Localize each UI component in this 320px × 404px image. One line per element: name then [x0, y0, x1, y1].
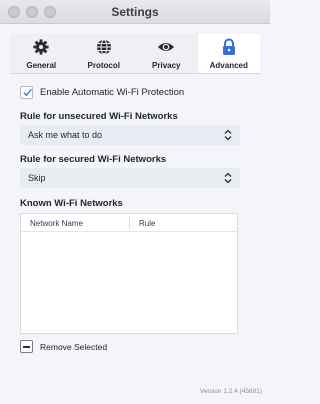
- window-title: Settings: [111, 5, 159, 19]
- auto-wifi-protection-checkbox[interactable]: [20, 85, 33, 99]
- secured-rule-select[interactable]: Skip: [20, 168, 240, 188]
- secured-rule-value: Skip: [28, 173, 46, 183]
- remove-selected-label: Remove Selected: [40, 341, 108, 352]
- tab-protocol-label: Protocol: [87, 61, 120, 70]
- unsecured-rule-select[interactable]: Ask me what to do: [20, 125, 240, 145]
- remove-selected-button[interactable]: Remove Selected: [20, 340, 107, 353]
- auto-wifi-protection-label: Enable Automatic Wi-Fi Protection: [40, 86, 185, 98]
- tab-general-label: General: [26, 61, 57, 70]
- known-networks-table[interactable]: Network Name Rule: [20, 213, 238, 334]
- tab-general[interactable]: General: [10, 34, 73, 73]
- globe-icon: [95, 38, 113, 56]
- settings-tab-bar: General Protocol Privacy Advanced: [10, 34, 260, 74]
- known-networks-heading: Known Wi-Fi Networks: [20, 198, 123, 209]
- eye-icon: [157, 38, 175, 56]
- chevron-updown-icon: [224, 129, 232, 141]
- lock-icon: [220, 38, 238, 56]
- secured-rule-heading: Rule for secured Wi-Fi Networks: [20, 154, 167, 165]
- auto-wifi-protection-toggle[interactable]: Enable Automatic Wi-Fi Protection: [20, 85, 184, 99]
- remove-icon: [20, 340, 33, 353]
- column-header-rule[interactable]: Rule: [139, 219, 155, 228]
- title-bar: Settings: [0, 0, 270, 24]
- table-header: Network Name Rule: [21, 214, 237, 232]
- unsecured-rule-heading: Rule for unsecured Wi-Fi Networks: [20, 111, 178, 122]
- tab-privacy[interactable]: Privacy: [135, 34, 198, 73]
- gear-icon: [32, 38, 50, 56]
- checkmark-icon: [23, 88, 32, 96]
- tab-advanced-label: Advanced: [209, 61, 248, 70]
- column-header-network-name[interactable]: Network Name: [30, 219, 83, 228]
- column-divider: [129, 217, 130, 229]
- tab-privacy-label: Privacy: [152, 61, 181, 70]
- unsecured-rule-value: Ask me what to do: [28, 130, 103, 140]
- version-label: Version 1.2.4 (45601): [199, 388, 262, 395]
- tab-advanced[interactable]: Advanced: [197, 34, 260, 73]
- tab-protocol[interactable]: Protocol: [73, 34, 136, 73]
- chevron-updown-icon: [224, 172, 232, 184]
